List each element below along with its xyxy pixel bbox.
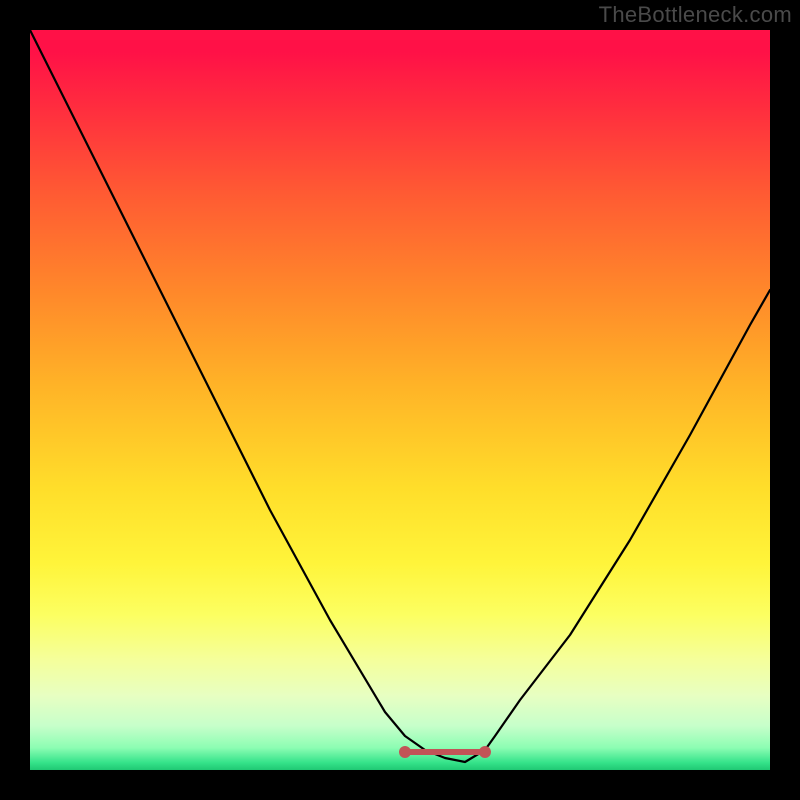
trough-marker-dot-right	[479, 746, 491, 758]
chart-frame: TheBottleneck.com	[0, 0, 800, 800]
trough-marker-group	[399, 746, 491, 758]
plot-area	[30, 30, 770, 770]
bottleneck-curve-path	[30, 30, 770, 762]
trough-marker-dot-left	[399, 746, 411, 758]
watermark-text: TheBottleneck.com	[599, 2, 792, 28]
curve-svg	[30, 30, 770, 770]
